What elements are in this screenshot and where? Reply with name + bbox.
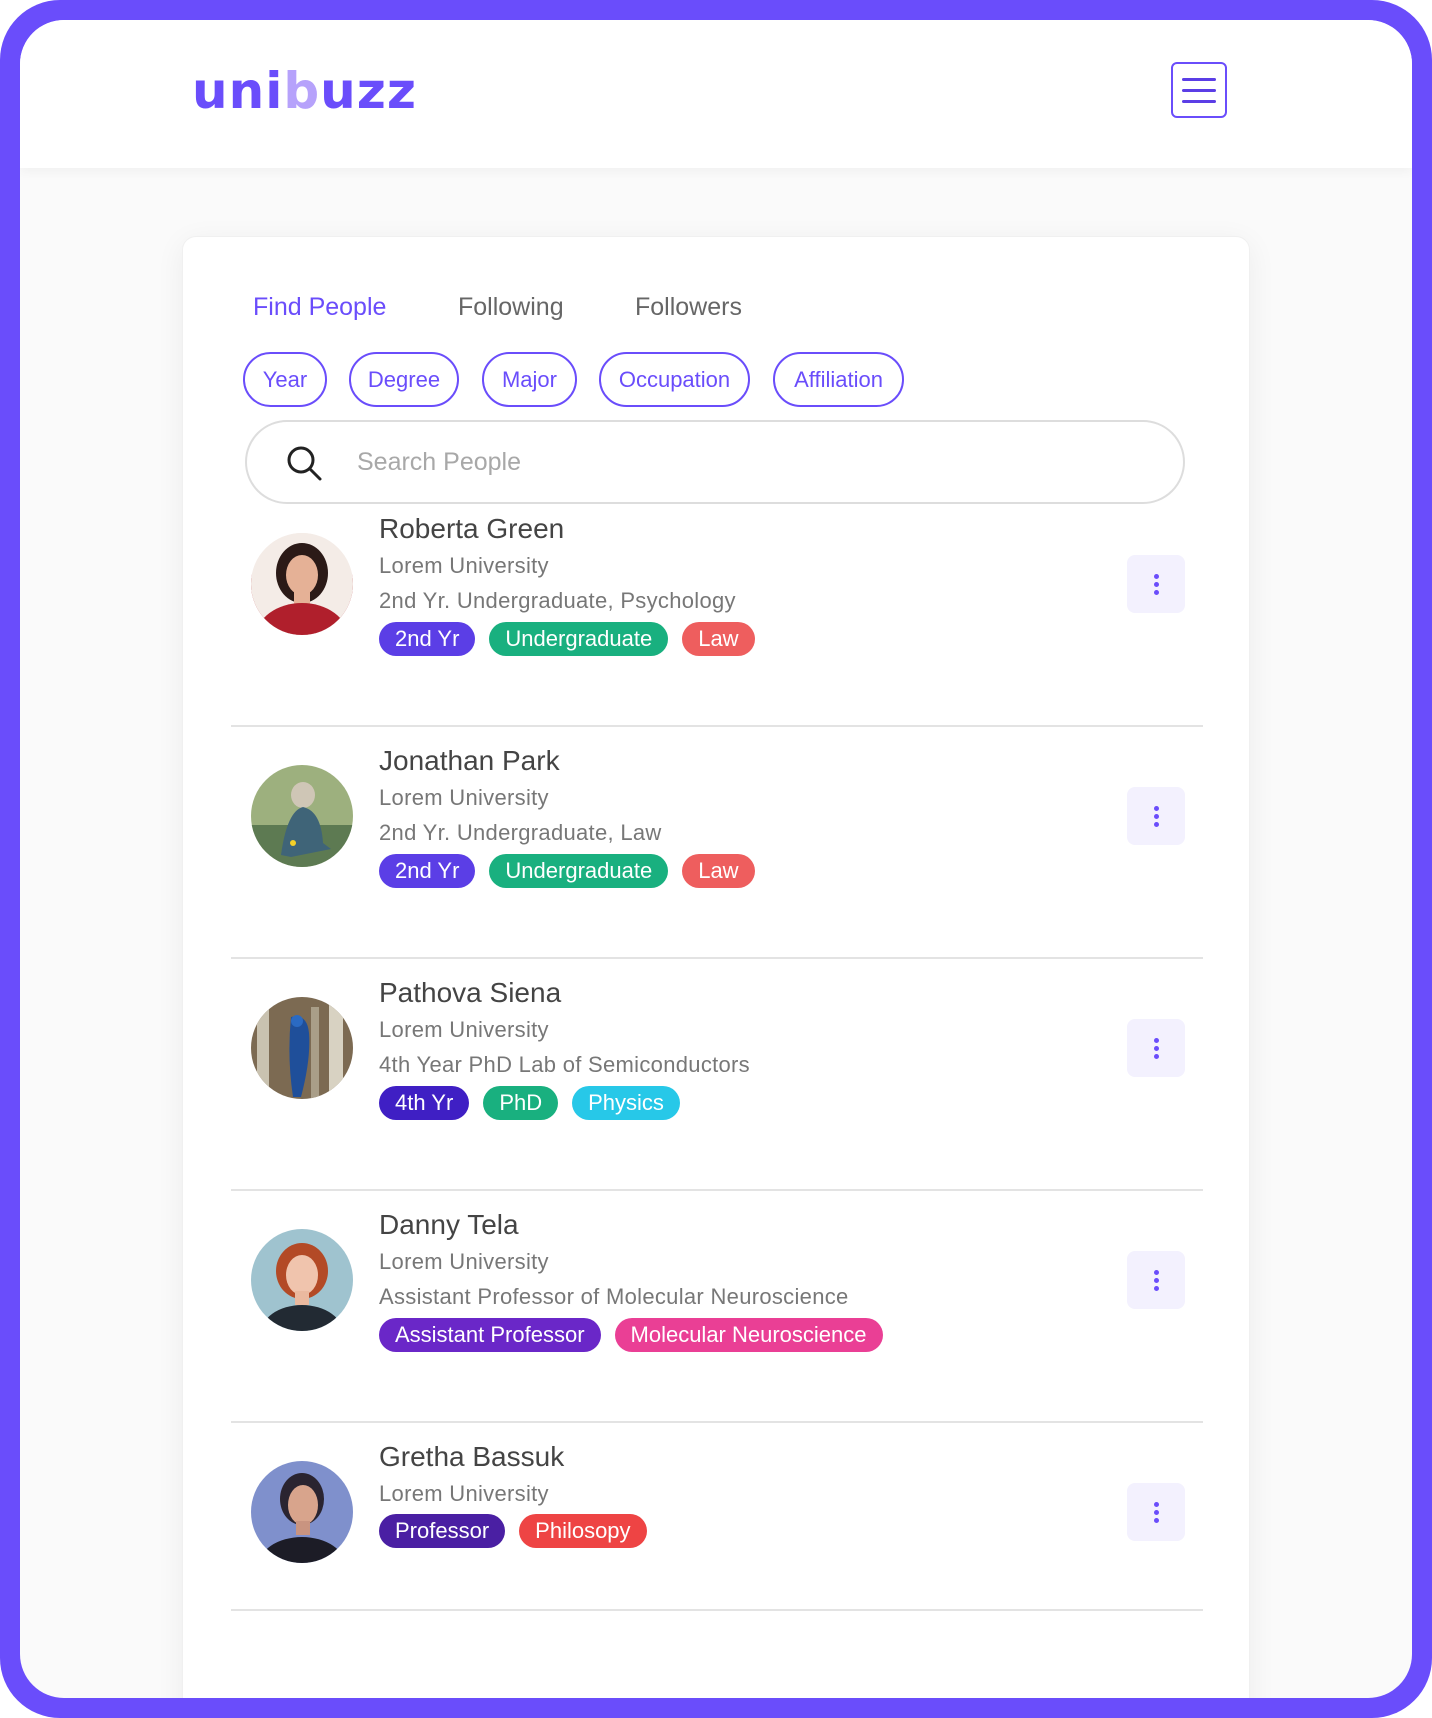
avatar-photo [251, 1461, 353, 1563]
unibuzz-logo[interactable]: uni b uzz [192, 62, 417, 120]
tag-year: 2nd Yr [379, 854, 476, 888]
person-name[interactable]: Gretha Bassuk [379, 1441, 564, 1473]
tag-major: Law [682, 854, 755, 888]
person-tags: 2nd Yr Undergraduate Law [379, 622, 755, 656]
kebab-dot-icon [1153, 581, 1159, 587]
filter-degree[interactable]: Degree [349, 352, 459, 407]
avatar-danny-tela[interactable] [251, 1229, 353, 1331]
kebab-dot-icon [1153, 1277, 1159, 1283]
avatar-jonathan-park[interactable] [251, 765, 353, 867]
tag-occupation: Professor [379, 1514, 506, 1548]
avatar-photo [251, 997, 353, 1099]
person-detail: Assistant Professor of Molecular Neurosc… [379, 1284, 849, 1309]
hamburger-menu-button[interactable] [1171, 62, 1227, 118]
menu-icon-bar [1182, 77, 1216, 81]
more-options-button[interactable] [1127, 1483, 1185, 1541]
person-detail: 4th Year PhD Lab of Semiconductors [379, 1052, 750, 1077]
tag-degree: Undergraduate [489, 854, 669, 888]
tab-following[interactable]: Following [458, 293, 564, 322]
logo-prefix: uni [192, 62, 284, 120]
avatar-pathova-siena[interactable] [251, 997, 353, 1099]
tag-field: Molecular Neuroscience [614, 1318, 883, 1352]
app-screen: uni b uzz Find People Following Followers … [20, 20, 1412, 1698]
search-input[interactable]: Search People [245, 420, 1185, 504]
tab-find-people[interactable]: Find People [253, 293, 386, 322]
avatar-roberta-green[interactable] [251, 533, 353, 635]
tag-field: Philosopy [519, 1514, 647, 1548]
menu-icon-bar [1182, 88, 1216, 92]
kebab-dot-icon [1153, 1037, 1159, 1043]
kebab-dot-icon [1153, 589, 1159, 595]
logo-suffix: uzz [320, 62, 417, 120]
kebab-dot-icon [1153, 1053, 1159, 1059]
tag-occupation: Assistant Professor [379, 1318, 601, 1352]
person-detail: 2nd Yr. Undergraduate, Law [379, 820, 662, 845]
tab-followers[interactable]: Followers [635, 293, 742, 322]
avatar-photo [251, 1229, 353, 1331]
person-tags: Assistant Professor Molecular Neuroscien… [379, 1318, 883, 1352]
person-university: Lorem University [379, 1249, 549, 1274]
more-options-button[interactable] [1127, 787, 1185, 845]
person-university: Lorem University [379, 1481, 549, 1506]
person-university: Lorem University [379, 1017, 549, 1042]
kebab-dot-icon [1153, 573, 1159, 579]
kebab-dot-icon [1153, 813, 1159, 819]
avatar-photo [251, 765, 353, 867]
tag-major: Physics [572, 1086, 680, 1120]
person-name[interactable]: Jonathan Park [379, 745, 560, 777]
kebab-dot-icon [1153, 1269, 1159, 1275]
logo-mid: b [283, 62, 321, 120]
person-row[interactable]: Gretha Bassuk Lorem University Professor… [231, 1423, 1203, 1611]
avatar-gretha-bassuk[interactable] [251, 1461, 353, 1563]
person-row[interactable]: Jonathan Park Lorem University 2nd Yr. U… [231, 727, 1203, 959]
person-name[interactable]: Roberta Green [379, 513, 564, 545]
search-placeholder: Search People [357, 448, 522, 476]
filter-occupation[interactable]: Occupation [599, 352, 750, 407]
kebab-dot-icon [1153, 1517, 1159, 1523]
kebab-dot-icon [1153, 805, 1159, 811]
person-tags: 2nd Yr Undergraduate Law [379, 854, 755, 888]
filter-major[interactable]: Major [482, 352, 577, 407]
person-row[interactable]: Roberta Green Lorem University 2nd Yr. U… [231, 495, 1203, 727]
person-tags: Professor Philosopy [379, 1514, 647, 1548]
filter-year[interactable]: Year [243, 352, 327, 407]
more-options-button[interactable] [1127, 1019, 1185, 1077]
person-name[interactable]: Danny Tela [379, 1209, 519, 1241]
person-row[interactable]: Danny Tela Lorem University Assistant Pr… [231, 1191, 1203, 1423]
person-name[interactable]: Pathova Siena [379, 977, 561, 1009]
search-icon [287, 446, 322, 481]
filter-affiliation[interactable]: Affiliation [773, 352, 904, 407]
menu-icon-bar [1182, 99, 1216, 103]
more-options-button[interactable] [1127, 555, 1185, 613]
top-bar: uni b uzz [20, 20, 1412, 168]
kebab-dot-icon [1153, 1509, 1159, 1515]
person-tags: 4th Yr PhD Physics [379, 1086, 680, 1120]
tag-degree: PhD [483, 1086, 559, 1120]
kebab-dot-icon [1153, 1045, 1159, 1051]
people-card: Find People Following Followers Year Deg… [182, 236, 1250, 1698]
kebab-dot-icon [1153, 1501, 1159, 1507]
device-frame: uni b uzz Find People Following Followers … [0, 0, 1432, 1718]
more-options-button[interactable] [1127, 1251, 1185, 1309]
kebab-dot-icon [1153, 1285, 1159, 1291]
tag-year: 2nd Yr [379, 622, 476, 656]
person-row[interactable]: Pathova Siena Lorem University 4th Year … [231, 959, 1203, 1191]
person-university: Lorem University [379, 785, 549, 810]
kebab-dot-icon [1153, 821, 1159, 827]
person-university: Lorem University [379, 553, 549, 578]
tag-major: Law [682, 622, 755, 656]
avatar-photo [251, 533, 353, 635]
tag-year: 4th Yr [379, 1086, 470, 1120]
person-detail: 2nd Yr. Undergraduate, Psychology [379, 588, 736, 613]
tag-degree: Undergraduate [489, 622, 669, 656]
